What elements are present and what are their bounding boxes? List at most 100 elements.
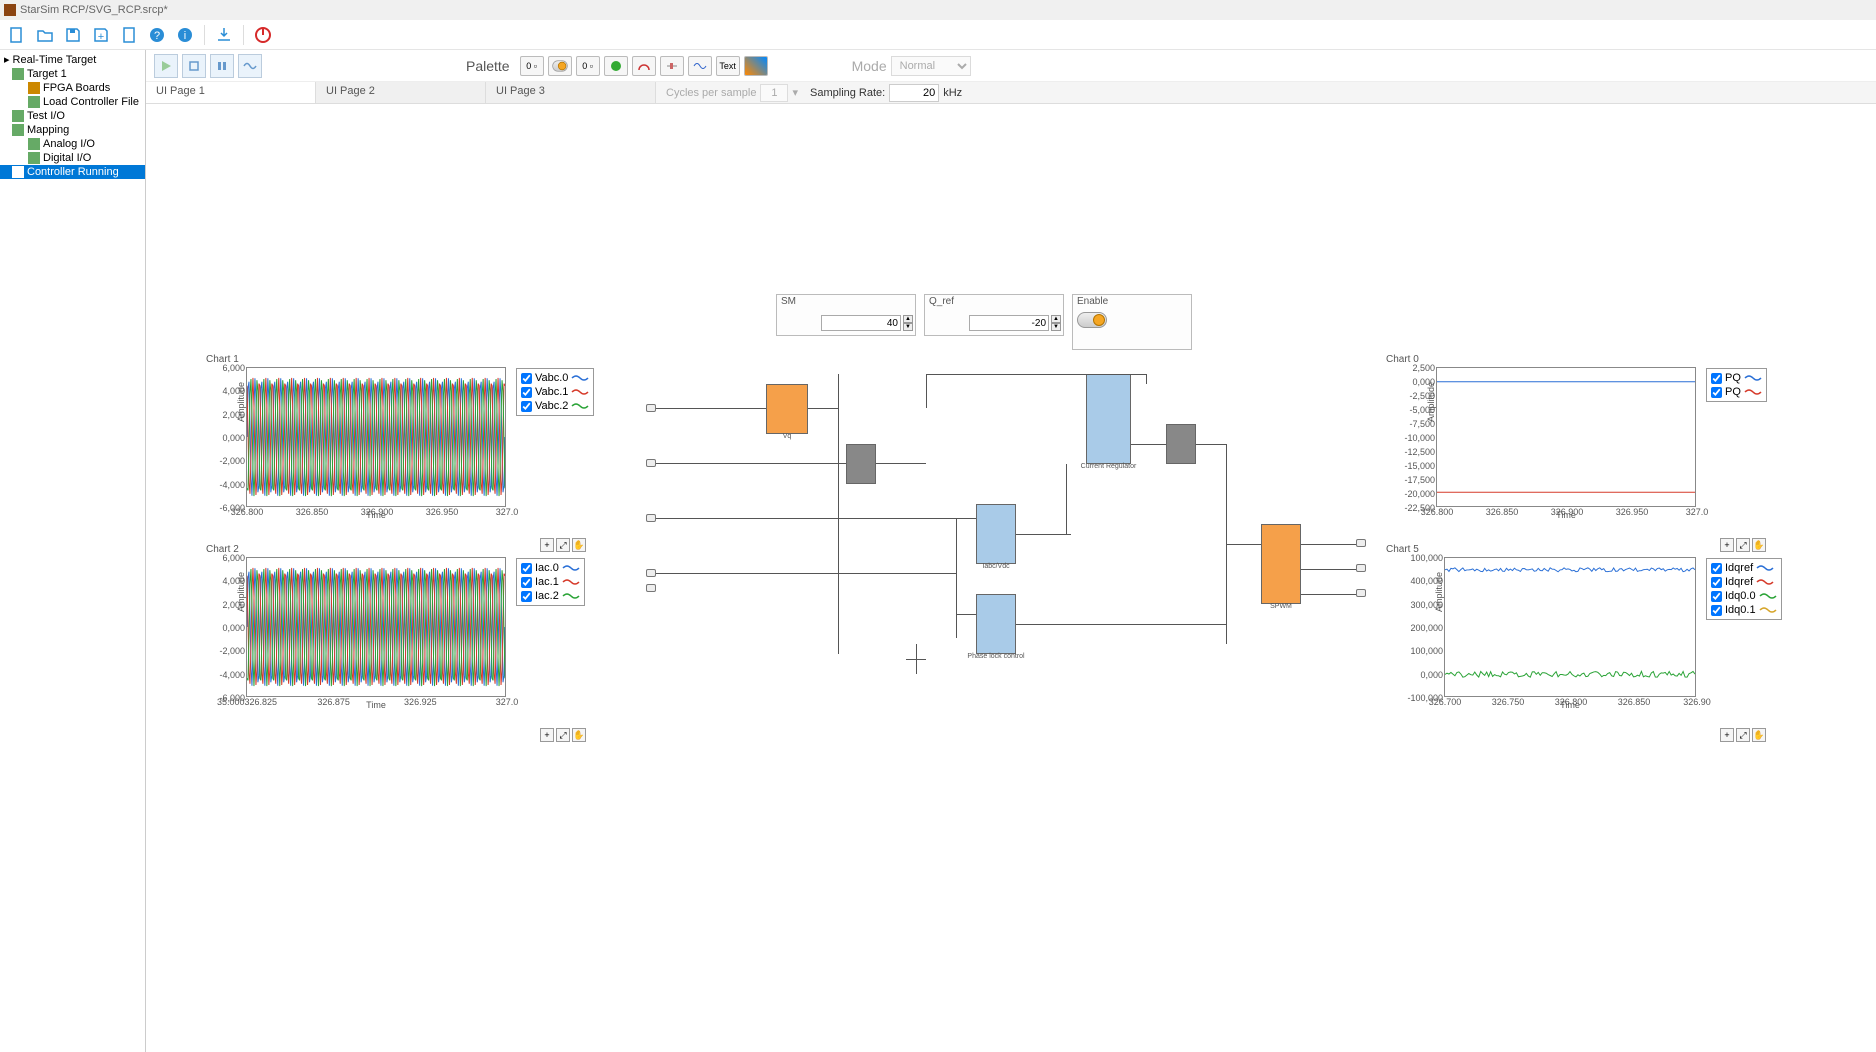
chart-5-tools: + ⤢ ✋ xyxy=(1720,728,1766,742)
chart-tool-hand-icon[interactable]: ✋ xyxy=(572,728,586,742)
cycles-per-sample: Cycles per sample ▾ xyxy=(660,82,804,103)
port-2[interactable] xyxy=(646,459,656,467)
chart-2-title: Chart 2 xyxy=(206,544,586,555)
svg-text:+: + xyxy=(98,31,104,43)
enable-label: Enable xyxy=(1073,295,1191,308)
tree-item-controller-running[interactable]: Controller Running xyxy=(0,165,145,179)
block-gain-2[interactable] xyxy=(1166,424,1196,464)
block-iabc-vdc[interactable]: Iabc/Vdc xyxy=(976,504,1016,564)
toolbar-separator xyxy=(204,25,205,45)
tree-item-load-controller-file[interactable]: Load Controller File xyxy=(0,95,145,109)
palette-chart[interactable] xyxy=(688,56,712,76)
legend-swatch-icon xyxy=(562,577,580,587)
run-icon xyxy=(12,166,24,178)
dropdown-icon[interactable]: ▾ xyxy=(792,86,798,99)
tree-item-target-1[interactable]: Target 1 xyxy=(0,67,145,81)
tree-item-fpga-boards[interactable]: FPGA Boards xyxy=(0,81,145,95)
legend-label: Idq0.0 xyxy=(1725,590,1756,602)
tree-root[interactable]: ▸ Real-Time Target xyxy=(0,52,145,67)
chart-tool-add-icon[interactable]: + xyxy=(1720,728,1734,742)
map-icon xyxy=(12,124,24,136)
port-5[interactable] xyxy=(646,584,656,592)
legend-swatch-icon xyxy=(562,563,580,573)
legend-item: Vabc.1 xyxy=(519,385,591,399)
legend-checkbox[interactable] xyxy=(521,563,532,574)
block-spwm[interactable]: SPWM xyxy=(1261,524,1301,604)
legend-checkbox[interactable] xyxy=(521,591,532,602)
legend-checkbox[interactable] xyxy=(1711,373,1722,384)
legend-label: PQ xyxy=(1725,372,1741,384)
palette-image[interactable] xyxy=(744,56,768,76)
legend-checkbox[interactable] xyxy=(521,387,532,398)
blank-doc-icon[interactable] xyxy=(118,24,140,46)
rate-input[interactable] xyxy=(889,84,939,102)
tree-item-analog-i-o[interactable]: Analog I/O xyxy=(0,137,145,151)
chart-2-xlabel: Time xyxy=(366,700,386,710)
palette-text[interactable]: Text xyxy=(716,56,740,76)
tree-item-mapping[interactable]: Mapping xyxy=(0,123,145,137)
cycles-input[interactable] xyxy=(760,84,788,102)
palette-slider[interactable] xyxy=(660,56,684,76)
tree-item-digital-i-o[interactable]: Digital I/O xyxy=(0,151,145,165)
palette-dial[interactable] xyxy=(632,56,656,76)
legend-checkbox[interactable] xyxy=(1711,605,1722,616)
qref-label: Q_ref xyxy=(925,295,1063,308)
legend-checkbox[interactable] xyxy=(1711,387,1722,398)
out-port-1[interactable] xyxy=(1356,539,1366,547)
play-button[interactable] xyxy=(154,54,178,78)
block-vq[interactable]: Vq xyxy=(766,384,808,434)
palette-toggle[interactable] xyxy=(548,56,572,76)
port-1[interactable] xyxy=(646,404,656,412)
enable-toggle[interactable] xyxy=(1077,312,1107,328)
legend-item: Idqref xyxy=(1709,575,1779,589)
palette-num-input[interactable]: 0 ▫ xyxy=(576,56,600,76)
out-port-2[interactable] xyxy=(1356,564,1366,572)
palette-num-display[interactable]: 0 ▫ xyxy=(520,56,544,76)
legend-checkbox[interactable] xyxy=(1711,591,1722,602)
qref-spinner[interactable]: ▲▼ xyxy=(1051,315,1061,331)
scope-button[interactable] xyxy=(238,54,262,78)
load-icon xyxy=(28,96,40,108)
sm-spinner[interactable]: ▲▼ xyxy=(903,315,913,331)
open-icon[interactable] xyxy=(34,24,56,46)
help-icon[interactable]: ? xyxy=(146,24,168,46)
block-gain-1[interactable] xyxy=(846,444,876,484)
legend-checkbox[interactable] xyxy=(1711,563,1722,574)
fpga-icon xyxy=(28,82,40,94)
chart-2: Chart 2 Amplitude Time 6,0004,0002,0000,… xyxy=(206,544,586,724)
port-4[interactable] xyxy=(646,569,656,577)
legend-item: Idq0.1 xyxy=(1709,603,1779,617)
sm-input[interactable] xyxy=(821,315,901,331)
legend-checkbox[interactable] xyxy=(521,373,532,384)
chart-tool-zoom-icon[interactable]: ⤢ xyxy=(556,728,570,742)
chart-tool-hand-icon[interactable]: ✋ xyxy=(1752,728,1766,742)
block-pll[interactable]: Phase lock control xyxy=(976,594,1016,654)
chart-0-plot xyxy=(1437,368,1695,506)
tree-item-test-i-o[interactable]: Test I/O xyxy=(0,109,145,123)
legend-checkbox[interactable] xyxy=(521,401,532,412)
tab-ui-page-3[interactable]: UI Page 3 xyxy=(486,82,656,103)
legend-checkbox[interactable] xyxy=(521,577,532,588)
port-3[interactable] xyxy=(646,514,656,522)
palette-led[interactable] xyxy=(604,56,628,76)
block-current-regulator[interactable]: Current Regulator xyxy=(1086,374,1131,464)
chart-tool-zoom-icon[interactable]: ⤢ xyxy=(1736,728,1750,742)
power-icon[interactable] xyxy=(252,24,274,46)
out-port-3[interactable] xyxy=(1356,589,1366,597)
tab-ui-page-1[interactable]: UI Page 1 xyxy=(146,82,316,103)
download-icon[interactable] xyxy=(213,24,235,46)
tab-ui-page-2[interactable]: UI Page 2 xyxy=(316,82,486,103)
info-icon[interactable]: i xyxy=(174,24,196,46)
save-icon[interactable] xyxy=(62,24,84,46)
qref-input[interactable] xyxy=(969,315,1049,331)
legend-checkbox[interactable] xyxy=(1711,577,1722,588)
sm-panel: SM ▲▼ xyxy=(776,294,916,336)
mode-select[interactable]: Normal xyxy=(891,56,971,76)
save-as-icon[interactable]: + xyxy=(90,24,112,46)
diagram-canvas[interactable]: SM ▲▼ Q_ref ▲▼ Enable Vq Current Regulat… xyxy=(146,104,1876,1052)
chart-tool-add-icon[interactable]: + xyxy=(540,728,554,742)
stop-button[interactable] xyxy=(182,54,206,78)
new-icon[interactable] xyxy=(6,24,28,46)
pause-button[interactable] xyxy=(210,54,234,78)
chart-0-ylabel: Amplitude xyxy=(1426,382,1436,422)
